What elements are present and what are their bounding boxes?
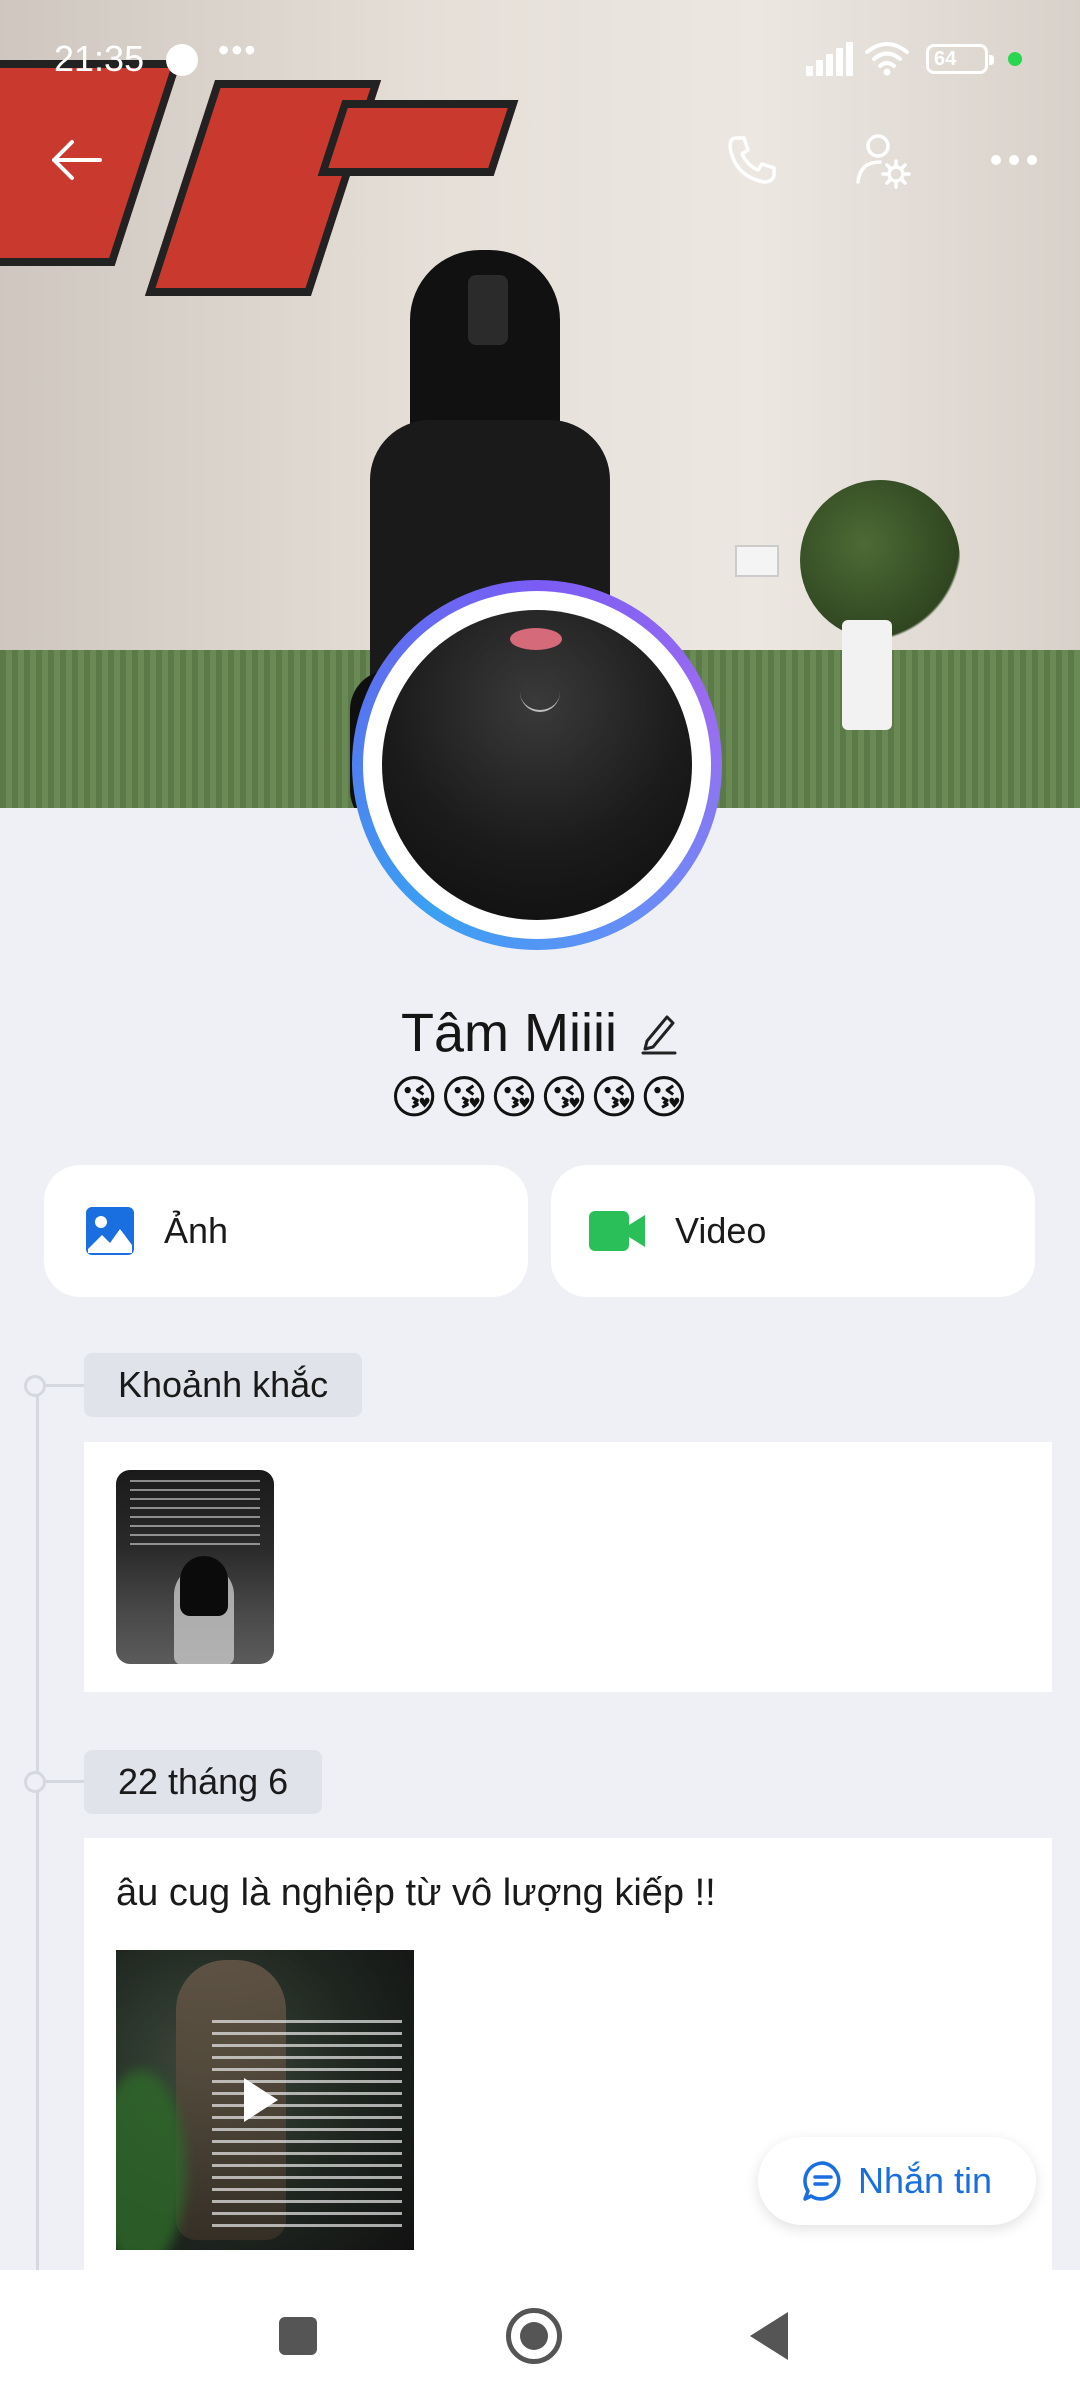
play-icon (244, 2078, 278, 2122)
profile-name: Tâm Miiii (401, 1003, 617, 1063)
section-tag-date: 22 tháng 6 (84, 1750, 323, 1814)
timeline-branch (46, 1780, 84, 1783)
timeline-branch (46, 1384, 84, 1387)
send-message-label: Nhắn tin (857, 2160, 993, 2201)
post-text: âu cug là nghiệp từ vô lượng kiếp !! (116, 1872, 716, 1914)
avatar-border (363, 591, 711, 939)
photos-button[interactable]: Ảnh (44, 1165, 528, 1297)
section-tag-moments: Khoảnh khắc (84, 1353, 363, 1417)
image-icon (86, 1207, 134, 1255)
back-triangle-icon[interactable] (750, 2312, 788, 2360)
user-gear-icon (856, 134, 911, 189)
video-camera-icon (589, 1211, 645, 1251)
moments-card (84, 1442, 1052, 1692)
cover-phone (468, 275, 508, 345)
moment-thumbnail[interactable] (116, 1470, 274, 1664)
call-button[interactable] (712, 120, 792, 200)
thumbnail-text-lines (212, 2020, 402, 2230)
wifi-icon (865, 42, 909, 76)
videos-button-label: Video (675, 1210, 767, 1251)
timeline-dot (24, 1771, 46, 1793)
profile-bio: 😘😘😘😘😘😘 (390, 1071, 690, 1123)
phone-icon (728, 136, 776, 184)
more-options-button[interactable] (974, 120, 1054, 200)
thumbnail-figure-hair (180, 1556, 228, 1616)
avatar-detail (510, 628, 562, 650)
timeline-dot (24, 1375, 46, 1397)
photos-button-label: Ảnh (164, 1210, 229, 1251)
avatar (382, 610, 692, 920)
cover-plant (800, 480, 960, 640)
back-button[interactable] (36, 120, 116, 200)
avatar-detail (520, 680, 560, 712)
post-video-thumbnail[interactable] (116, 1950, 414, 2250)
home-icon[interactable] (506, 2308, 562, 2364)
back-arrow-icon (52, 140, 102, 180)
system-nav-bar (0, 2270, 1080, 2400)
messenger-icon (166, 44, 198, 76)
signal-icon (806, 42, 853, 76)
battery-level: 64 (934, 48, 957, 70)
thumbnail-text-lines (130, 1480, 260, 1550)
online-indicator (1008, 52, 1022, 66)
home-icon-dot (520, 2322, 548, 2350)
cover-pot (842, 620, 892, 730)
videos-button[interactable]: Video (551, 1165, 1035, 1297)
edit-pencil-icon[interactable] (639, 1011, 679, 1055)
send-message-button[interactable]: Nhắn tin (758, 2137, 1036, 2225)
profile-settings-button[interactable] (844, 120, 924, 200)
timeline-line (36, 1385, 39, 2285)
battery-icon: 64 (926, 44, 994, 74)
name-row: Tâm Miiii (0, 998, 1080, 1068)
avatar-story-ring[interactable] (352, 580, 722, 950)
chat-bubble-icon (803, 2161, 841, 2201)
recent-apps-icon[interactable] (279, 2317, 317, 2355)
status-time: 21:35 (54, 38, 145, 79)
status-bar: 21:35 ••• 64 (0, 0, 1080, 120)
cover-socket (735, 545, 779, 577)
status-more-dots: ••• (218, 32, 258, 68)
more-horizontal-icon (991, 155, 1037, 165)
